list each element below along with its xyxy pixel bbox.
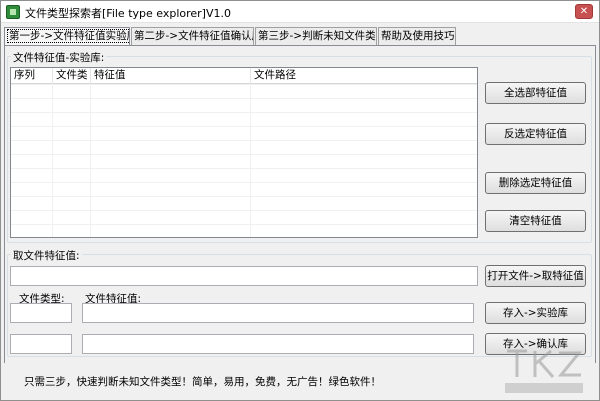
file-path-input[interactable] xyxy=(10,266,478,286)
select-all-button[interactable]: 全选部特征值 xyxy=(485,82,586,104)
close-button[interactable]: ✕ xyxy=(575,4,593,19)
app-icon xyxy=(6,5,20,19)
tab-step1-experiment-library[interactable]: 第一步->文件特征值实验库 xyxy=(4,27,130,46)
tab-step2-confirm-library[interactable]: 第二步->文件特征值确认库 xyxy=(131,27,254,45)
delete-selected-button[interactable]: 删除选定特征值 xyxy=(485,172,586,194)
status-message: 只需三步，快速判断未知文件类型！简单，易用，免费，无广告！绿色软件！ xyxy=(24,376,381,388)
grid-line xyxy=(250,84,251,237)
file-type-input-2[interactable] xyxy=(10,334,72,354)
extract-group-label: 取文件特征值: xyxy=(11,248,82,263)
tab-help-and-tips[interactable]: 帮助及使用技巧 xyxy=(378,27,456,45)
column-header-index[interactable]: 序列 xyxy=(11,68,53,84)
feature-value-input[interactable] xyxy=(82,303,474,323)
feature-value-input-2[interactable] xyxy=(82,334,474,354)
title-bar: 文件类型探索者[File type explorer]V1.0 ✕ xyxy=(1,1,599,23)
grid-line xyxy=(52,84,53,237)
tab-step3-identify-unknown[interactable]: 第三步->判断未知文件类型 xyxy=(255,27,377,45)
column-header-file-type[interactable]: 文件类 xyxy=(53,68,91,84)
save-to-experiment-button[interactable]: 存入->实验库 xyxy=(485,302,586,324)
clear-all-button[interactable]: 清空特征值 xyxy=(485,210,586,232)
invert-selection-button[interactable]: 反选定特征值 xyxy=(485,123,586,145)
window-title: 文件类型探索者[File type explorer]V1.0 xyxy=(25,7,231,20)
grid-line xyxy=(90,84,91,237)
column-header-feature-value[interactable]: 特征值 xyxy=(91,68,251,84)
open-file-button[interactable]: 打开文件->取特征值 xyxy=(485,265,586,287)
close-icon: ✕ xyxy=(579,6,589,17)
column-header-file-path[interactable]: 文件路径 xyxy=(251,68,477,84)
watermark-logo-icon xyxy=(505,349,583,393)
list-header: 序列 文件类 特征值 文件路径 xyxy=(11,68,477,84)
list-rows-area xyxy=(11,84,477,237)
app-window: 文件类型探索者[File type explorer]V1.0 ✕ 第一步->文… xyxy=(0,0,600,401)
library-group-label: 文件特征值-实验库: xyxy=(11,50,107,65)
file-type-input[interactable] xyxy=(10,303,72,323)
feature-list-view[interactable]: 序列 文件类 特征值 文件路径 xyxy=(10,67,478,238)
